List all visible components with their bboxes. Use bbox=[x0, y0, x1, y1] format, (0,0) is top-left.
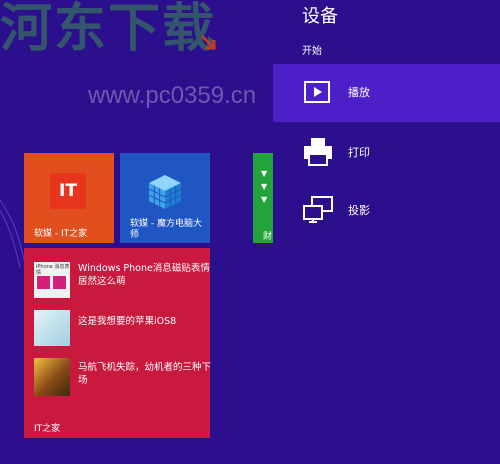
background-wave-decoration bbox=[0, 199, 24, 269]
projector-icon bbox=[303, 196, 333, 223]
download-arrow-icon bbox=[200, 34, 216, 50]
charm-item-play[interactable]: 播放 bbox=[273, 64, 500, 122]
tile-cube-master[interactable]: 软媒 - 魔方电脑大师 bbox=[120, 153, 210, 243]
ithome-logo-icon: IT bbox=[50, 173, 86, 209]
tile-label: 财 bbox=[263, 232, 273, 242]
charm-section-label: 开始 bbox=[302, 46, 322, 57]
printer-icon bbox=[304, 138, 332, 166]
charm-item-label: 投影 bbox=[348, 204, 370, 217]
news-title: 这是我想要的苹果iOS8 bbox=[78, 316, 177, 327]
charm-title: 设备 bbox=[302, 6, 338, 27]
charm-item-print[interactable]: 打印 bbox=[273, 124, 500, 182]
tile-label: 软媒 - IT之家 bbox=[34, 229, 88, 239]
tile-ithome[interactable]: IT 软媒 - IT之家 bbox=[24, 153, 114, 243]
charm-item-label: 打印 bbox=[348, 146, 370, 159]
news-title: Windows Phone消息磁贴表情居然这么萌 bbox=[78, 263, 210, 287]
news-source: IT之家 bbox=[34, 424, 61, 434]
watermark-logo-text: 河东下载 bbox=[0, 0, 217, 59]
news-thumbnail bbox=[34, 310, 70, 346]
charm-item-project[interactable]: 投影 bbox=[273, 182, 500, 240]
devices-charm-panel: 设备 开始 播放 打印 投影 bbox=[273, 0, 500, 464]
news-title: 马航飞机失踪，幼机者的三种下场 bbox=[78, 362, 212, 386]
emoji-tile-icon bbox=[37, 276, 50, 289]
news-thumbnail bbox=[34, 358, 70, 396]
play-icon bbox=[304, 81, 330, 103]
tile-finance[interactable]: ▼ ▼ ▼ 财 bbox=[253, 153, 273, 243]
news-thumbnail: iPhone 消息表情 bbox=[34, 262, 70, 298]
thumbnail-caption: iPhone 消息表情 bbox=[36, 264, 70, 276]
cube-icon bbox=[148, 175, 182, 209]
watermark-url: www.pc0359.cn bbox=[88, 82, 257, 109]
emoji-tile-icon bbox=[53, 276, 66, 289]
tile-label: 软媒 - 魔方电脑大师 bbox=[130, 219, 202, 240]
charm-item-label: 播放 bbox=[348, 86, 370, 99]
tile-ithome-news[interactable]: iPhone 消息表情 Windows Phone消息磁贴表情居然这么萌 这是我… bbox=[24, 248, 212, 438]
bullet-list-icon: ▼ ▼ ▼ bbox=[261, 169, 268, 204]
